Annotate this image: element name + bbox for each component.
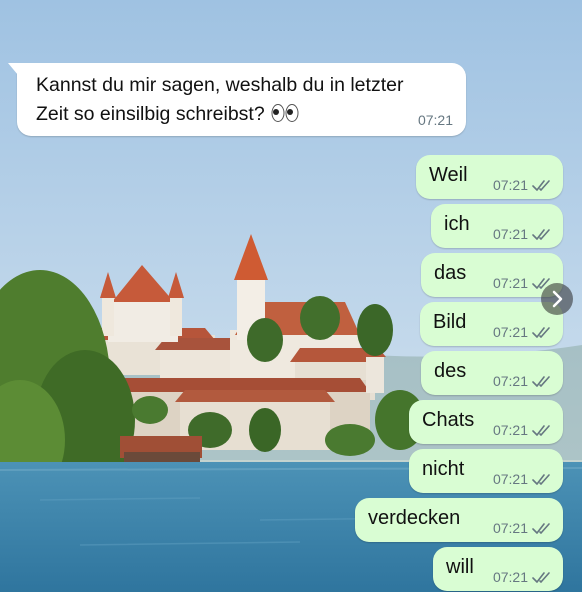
outgoing-message-time: 07:21 bbox=[492, 324, 528, 340]
forward-button[interactable] bbox=[541, 283, 573, 315]
incoming-message-time: 07:21 bbox=[417, 112, 453, 128]
message-meta: 07:21 bbox=[493, 177, 552, 193]
outgoing-message-text: Chats bbox=[422, 409, 475, 431]
double-check-icon bbox=[532, 523, 550, 534]
outgoing-message-bubble[interactable]: des 07:21 bbox=[421, 351, 563, 395]
incoming-message-text: Kannst du mir sagen, weshalb du in letzt… bbox=[36, 71, 456, 132]
outgoing-message-bubble[interactable]: Chats 07:21 bbox=[409, 400, 563, 444]
outgoing-message-time: 07:21 bbox=[492, 177, 528, 193]
outgoing-message-text: Bild bbox=[433, 311, 467, 333]
outgoing-message-text: nicht bbox=[422, 458, 465, 480]
bubble-tail bbox=[8, 63, 18, 75]
double-check-icon bbox=[532, 229, 550, 240]
message-meta: 07:21 bbox=[493, 422, 552, 438]
message-meta: 07:21 bbox=[493, 226, 552, 242]
outgoing-message-time: 07:21 bbox=[492, 520, 528, 536]
double-check-icon bbox=[532, 474, 550, 485]
incoming-message-bubble[interactable]: Kannst du mir sagen, weshalb du in letzt… bbox=[8, 63, 466, 136]
outgoing-message-time: 07:21 bbox=[492, 275, 528, 291]
outgoing-message-text: Weil bbox=[429, 164, 468, 186]
outgoing-message-text: will bbox=[446, 556, 474, 578]
chevron-right-icon bbox=[552, 290, 563, 308]
outgoing-message-text: ich bbox=[444, 213, 470, 235]
outgoing-message-text: des bbox=[434, 360, 467, 382]
outgoing-message-time: 07:21 bbox=[492, 471, 528, 487]
double-check-icon bbox=[532, 180, 550, 191]
outgoing-message-bubble[interactable]: nicht 07:21 bbox=[409, 449, 563, 493]
eyes-emoji-icon bbox=[271, 103, 299, 132]
outgoing-message-bubble[interactable]: Weil 07:21 bbox=[416, 155, 563, 199]
double-check-icon bbox=[532, 425, 550, 436]
outgoing-message-text: das bbox=[434, 262, 467, 284]
double-check-icon bbox=[532, 327, 550, 338]
outgoing-message-time: 07:21 bbox=[492, 422, 528, 438]
outgoing-message-time: 07:21 bbox=[492, 226, 528, 242]
double-check-icon bbox=[532, 572, 550, 583]
message-meta: 07:21 bbox=[493, 324, 552, 340]
outgoing-message-text: verdecken bbox=[368, 507, 461, 529]
outgoing-message-time: 07:21 bbox=[492, 373, 528, 389]
outgoing-message-time: 07:21 bbox=[492, 569, 528, 585]
message-meta: 07:21 bbox=[493, 520, 552, 536]
outgoing-message-bubble[interactable]: verdecken 07:21 bbox=[355, 498, 563, 542]
double-check-icon bbox=[532, 376, 550, 387]
message-meta: 07:21 bbox=[493, 471, 552, 487]
outgoing-message-bubble[interactable]: ich 07:21 bbox=[431, 204, 563, 248]
message-meta: 07:21 bbox=[493, 373, 552, 389]
outgoing-message-bubble[interactable]: will 07:21 bbox=[433, 547, 563, 591]
message-meta: 07:21 bbox=[493, 569, 552, 585]
